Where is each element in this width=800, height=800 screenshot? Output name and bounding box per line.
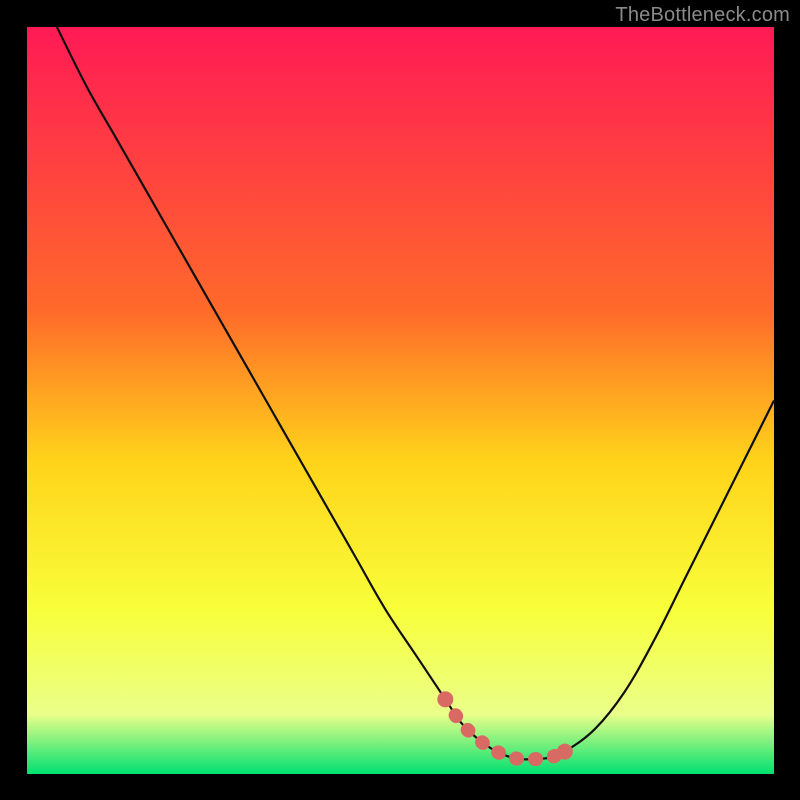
optimal-marker-end [557,744,573,760]
optimal-marker-start [437,691,453,707]
plot-background [27,27,774,774]
chart-stage: TheBottleneck.com [0,0,800,800]
watermark-label: TheBottleneck.com [615,4,790,27]
bottleneck-chart [0,0,800,800]
